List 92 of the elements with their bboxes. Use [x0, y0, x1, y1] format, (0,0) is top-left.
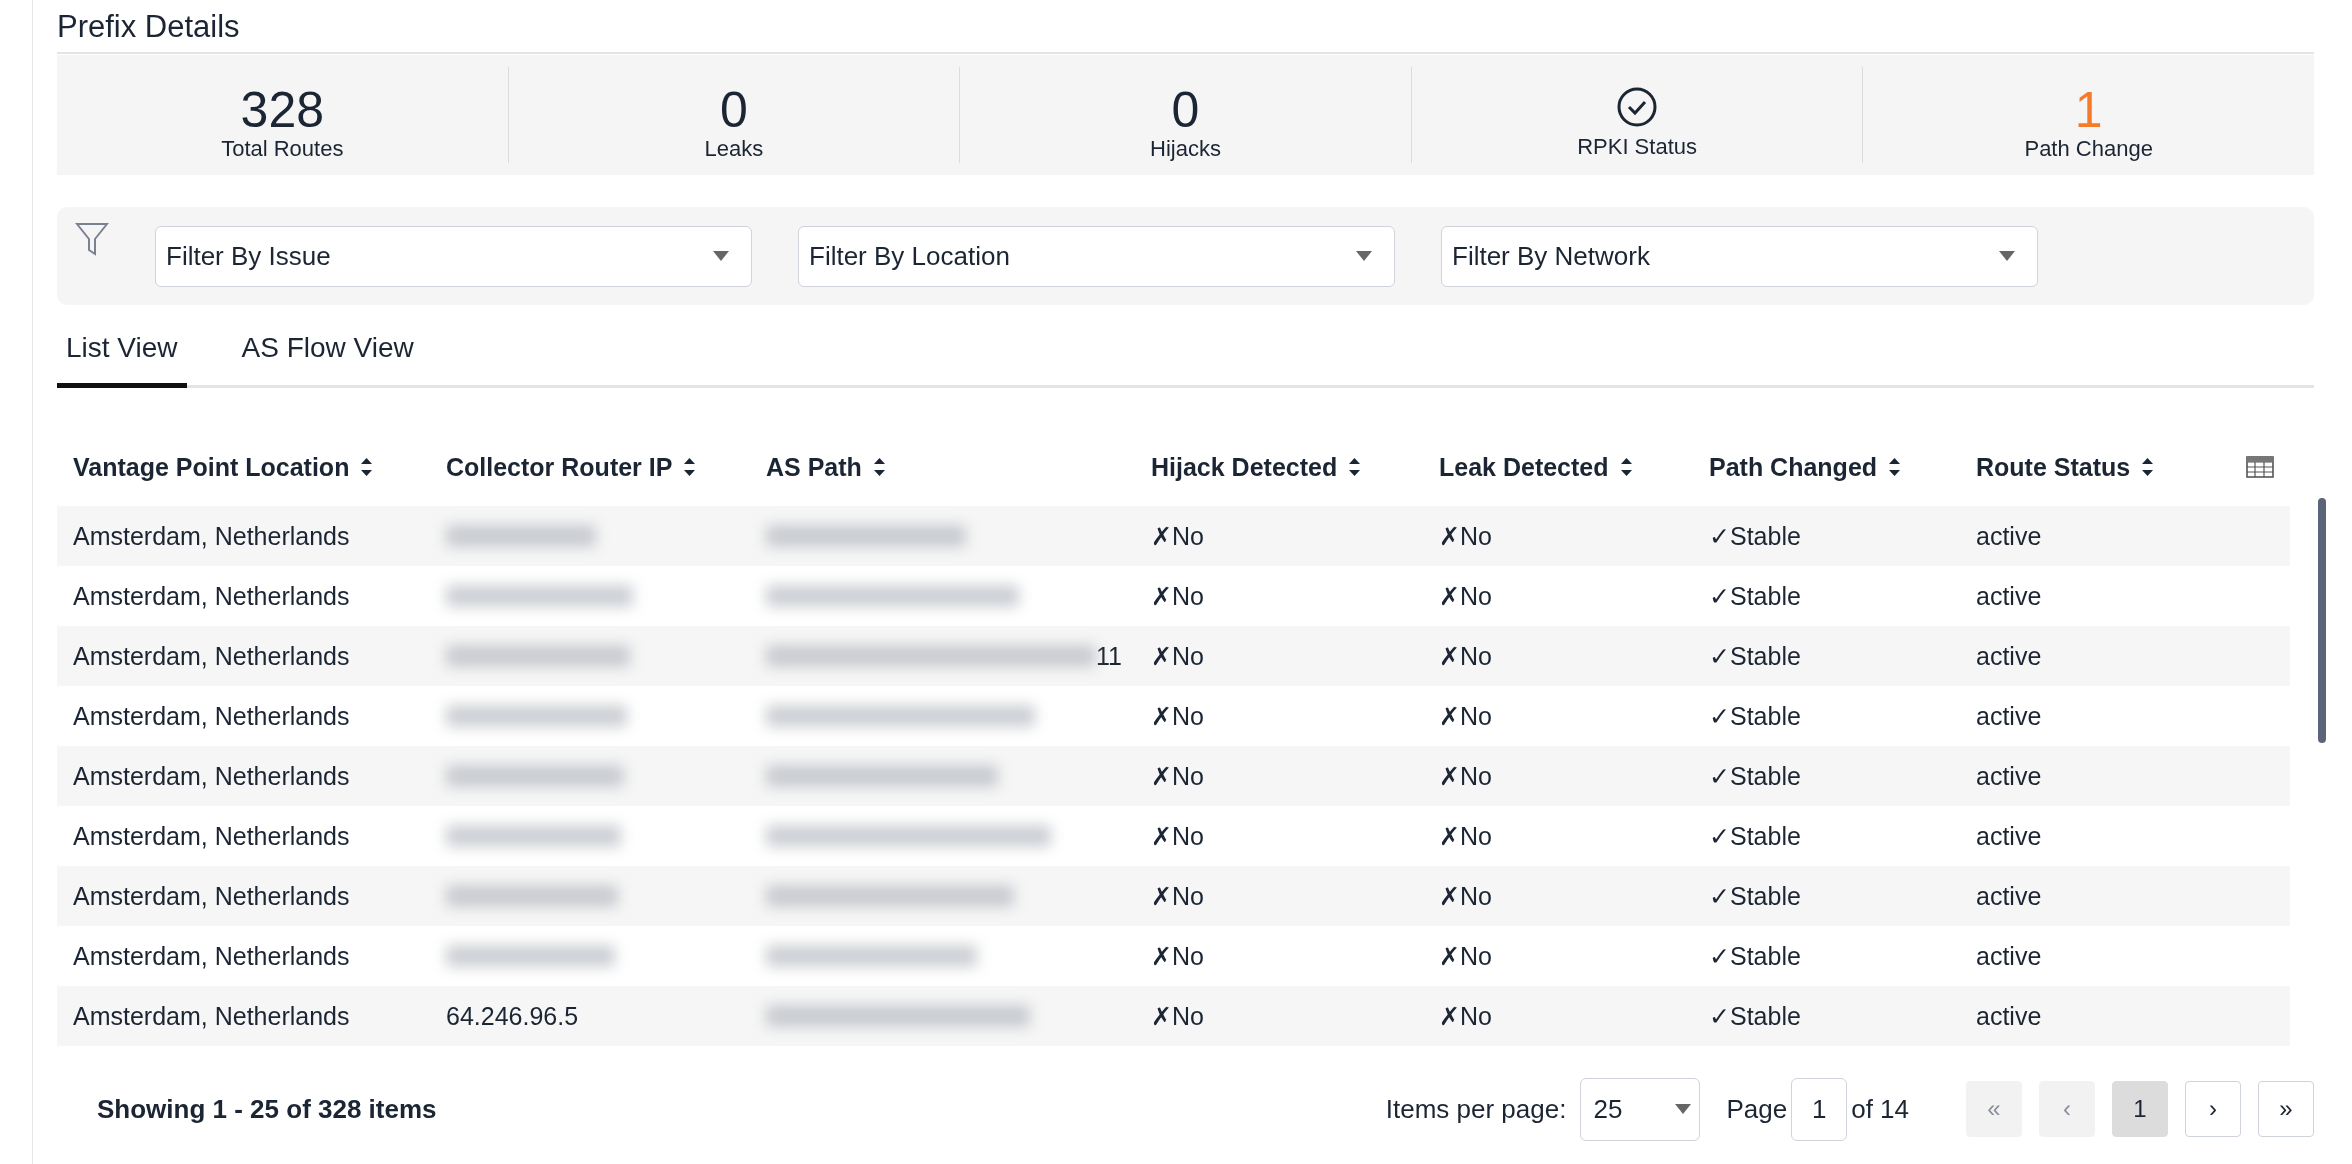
tab[interactable]: AS Flow View	[232, 313, 423, 388]
table-cell: active	[1976, 521, 2042, 551]
table-cell: 11	[1096, 641, 1122, 671]
caret-icon	[1999, 251, 2015, 261]
table-cell: active	[1976, 941, 2042, 971]
caret-icon	[713, 251, 729, 261]
table-cell: ✗No	[1151, 821, 1204, 851]
table-cell: ✗No	[1151, 641, 1204, 671]
items-count: Showing 1 - 25 of 328 items	[97, 1093, 438, 1125]
table-cell: ✓Stable	[1709, 941, 1801, 971]
stat-label: Path Change	[2024, 136, 2153, 162]
table-cell: Amsterdam, Netherlands	[73, 1001, 350, 1031]
table-cell: ✓Stable	[1709, 641, 1801, 671]
table-cell: active	[1976, 881, 2042, 911]
stat-value: 0	[720, 84, 748, 136]
per-page-label: Items per page:	[1385, 1093, 1567, 1125]
table-cell: Amsterdam, Netherlands	[73, 641, 350, 671]
column-header[interactable]: Hijack Detected	[1151, 452, 1338, 482]
page-size-dropdown[interactable]: 25	[1580, 1077, 1701, 1141]
sort-icon[interactable]	[1620, 458, 1632, 476]
table-cell: ✗No	[1151, 701, 1204, 731]
table-cell: ✗No	[1439, 881, 1492, 911]
caret-icon	[1356, 251, 1372, 261]
filter-dropdown[interactable]: Filter By Network	[1441, 225, 2038, 287]
table-cell: Amsterdam, Netherlands	[73, 941, 350, 971]
table-cell: ✗No	[1151, 521, 1204, 551]
table-cell: ✗No	[1151, 581, 1204, 611]
table-cell: Amsterdam, Netherlands	[73, 521, 350, 551]
table-cell: ✗No	[1439, 761, 1492, 791]
sort-icon[interactable]	[2142, 458, 2154, 476]
table-cell: Amsterdam, Netherlands	[73, 581, 350, 611]
table-cell: ✓Stable	[1709, 821, 1801, 851]
stat-label: RPKI Status	[1577, 134, 1697, 160]
table-cell: Amsterdam, Netherlands	[73, 701, 350, 731]
sort-icon[interactable]	[873, 458, 885, 476]
column-settings-icon[interactable]	[2246, 456, 2274, 478]
filter-dropdown[interactable]: Filter By Location	[798, 225, 1395, 287]
table-cell: ✓Stable	[1709, 1001, 1801, 1031]
stat-label: Hijacks	[1150, 136, 1221, 162]
stat-label: Leaks	[704, 136, 764, 162]
column-header[interactable]: Leak Detected	[1439, 452, 1609, 482]
table-cell: ✓Stable	[1709, 881, 1801, 911]
stat-label: Total Routes	[221, 136, 344, 162]
table-cell: active	[1976, 1001, 2042, 1031]
pagination-button[interactable]: ›	[2185, 1081, 2241, 1137]
pagination-button[interactable]: »	[2258, 1081, 2314, 1137]
stat-value: 1	[2074, 84, 2103, 136]
table-cell: ✓Stable	[1709, 761, 1801, 791]
table-cell: active	[1976, 701, 2042, 731]
column-header[interactable]: Vantage Point Location	[73, 452, 350, 482]
table-cell: ✓Stable	[1709, 581, 1801, 611]
stat-value: 328	[240, 84, 324, 136]
table-cell: ✓Stable	[1709, 701, 1801, 731]
page-label: Page	[1726, 1093, 1788, 1125]
check-circle-icon	[1616, 86, 1659, 128]
caret-icon	[1675, 1104, 1692, 1114]
table-cell: ✗No	[1439, 521, 1492, 551]
table-cell: ✗No	[1439, 941, 1492, 971]
table-cell: Amsterdam, Netherlands	[73, 881, 350, 911]
pagination-button[interactable]: 1	[2112, 1081, 2168, 1137]
tab[interactable]: List View	[57, 313, 187, 388]
table-cell: ✗No	[1151, 1001, 1204, 1031]
table-cell: active	[1976, 821, 2042, 851]
table-cell: ✓Stable	[1709, 521, 1801, 551]
column-header[interactable]: AS Path	[766, 452, 862, 482]
table-cell: ✗No	[1439, 701, 1492, 731]
table-cell: Amsterdam, Netherlands	[73, 821, 350, 851]
column-header[interactable]: Collector Router IP	[446, 452, 673, 482]
column-header[interactable]: Path Changed	[1709, 452, 1878, 482]
table-cell: ✗No	[1439, 1001, 1492, 1031]
stat-value: 0	[1171, 84, 1200, 136]
filter-dropdown[interactable]: Filter By Issue	[155, 225, 752, 287]
table-cell: ✗No	[1439, 581, 1492, 611]
page-input[interactable]: 1	[1791, 1077, 1848, 1141]
table-cell: active	[1976, 641, 2042, 671]
table-cell: ✗No	[1439, 821, 1492, 851]
table-cell: active	[1976, 581, 2042, 611]
sort-icon[interactable]	[684, 458, 696, 476]
page-total: of 14	[1851, 1093, 1909, 1125]
table-cell: Amsterdam, Netherlands	[73, 761, 350, 791]
table-cell: active	[1976, 761, 2042, 791]
filter-icon	[75, 221, 109, 257]
sort-icon[interactable]	[1889, 458, 1901, 476]
table-cell: ✗No	[1151, 941, 1204, 971]
table-cell: ✗No	[1439, 641, 1492, 671]
column-header[interactable]: Route Status	[1976, 452, 2131, 482]
table-cell: 64.246.96.5	[446, 1001, 579, 1031]
sort-icon[interactable]	[1349, 458, 1361, 476]
table-cell: ✗No	[1151, 761, 1204, 791]
table-cell: ✗No	[1151, 881, 1204, 911]
sort-icon[interactable]	[361, 458, 373, 476]
scrollbar[interactable]	[2318, 498, 2326, 743]
